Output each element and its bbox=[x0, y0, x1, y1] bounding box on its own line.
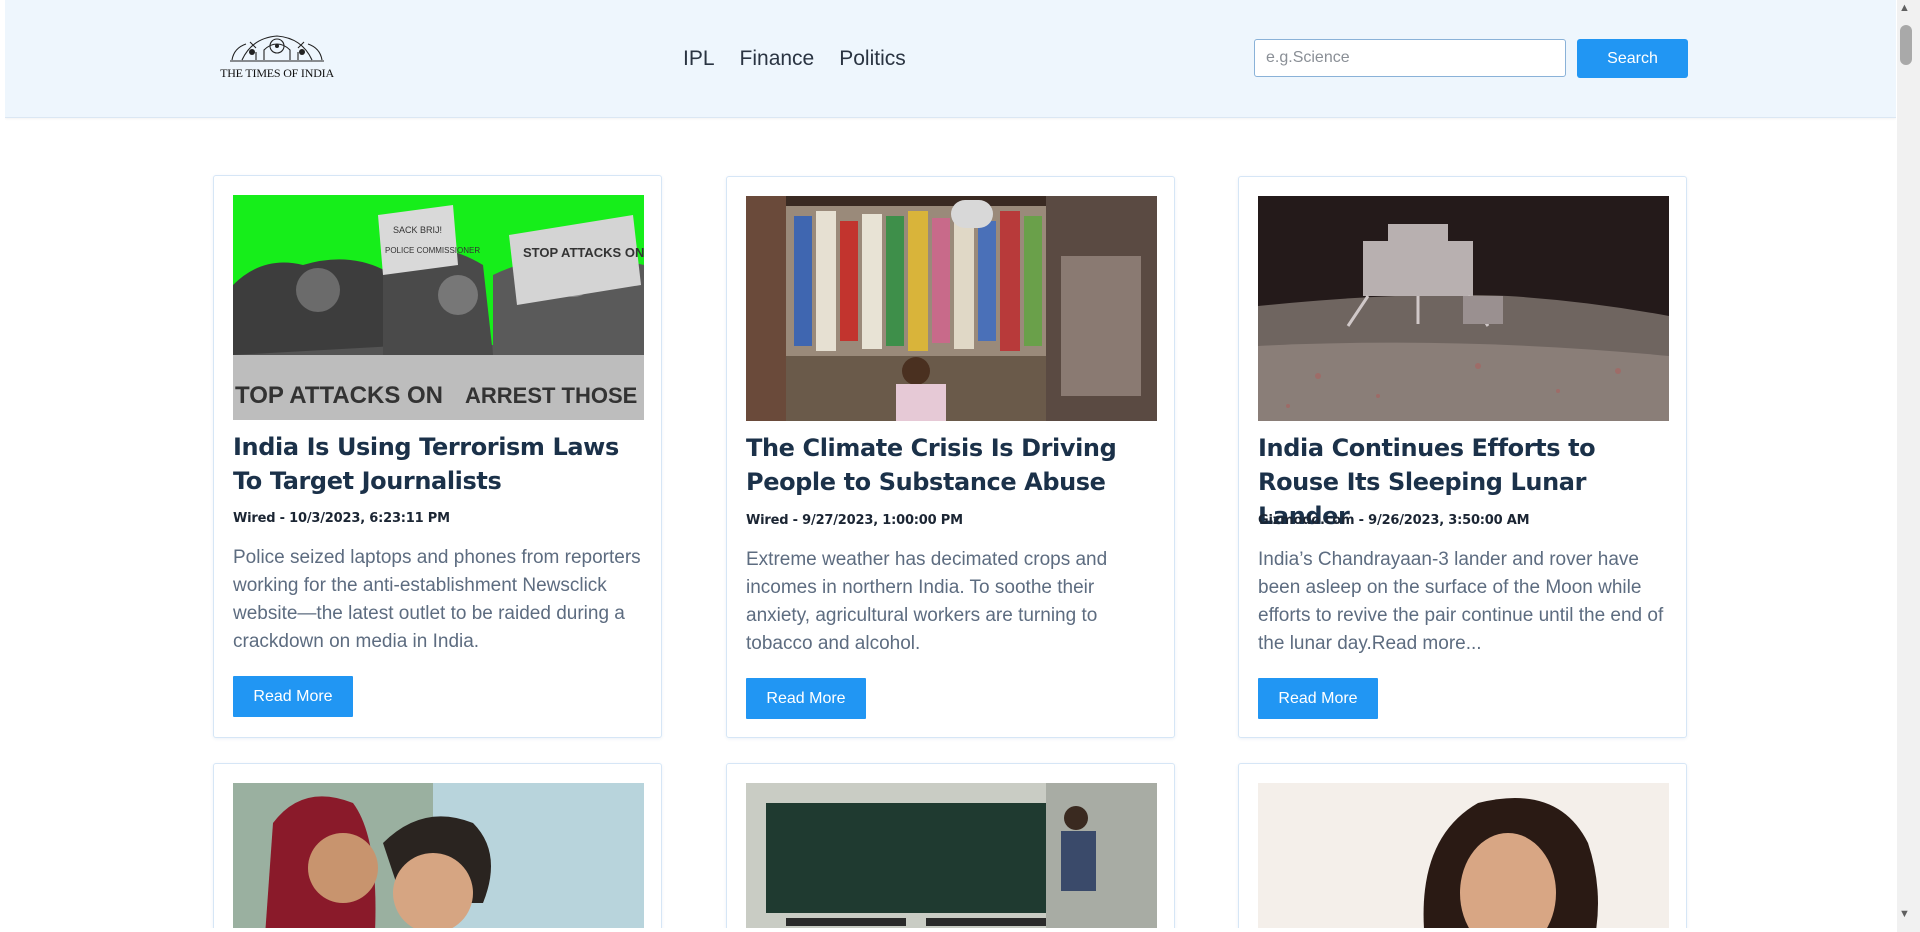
article-card bbox=[1238, 763, 1687, 928]
article-image[interactable] bbox=[233, 783, 644, 928]
site-logo[interactable]: THE TIMES OF INDIA bbox=[212, 30, 342, 80]
search-button[interactable]: Search bbox=[1577, 39, 1688, 78]
article-meta: Gizmodo.com - 9/26/2023, 3:50:00 AM bbox=[1258, 513, 1530, 528]
nav-link-ipl[interactable]: IPL bbox=[683, 44, 715, 74]
article-image[interactable]: SACK BRIJ! POLICE COMMISSIONER STOP ATTA… bbox=[233, 195, 644, 420]
logo-text: THE TIMES OF INDIA bbox=[220, 66, 334, 80]
page-scrollbar[interactable] bbox=[1897, 0, 1920, 932]
article-description: Police seized laptops and phones from re… bbox=[233, 547, 641, 652]
article-meta: Wired - 10/3/2023, 6:23:11 PM bbox=[233, 511, 450, 526]
article-description: India’s Chandrayaan-3 lander and rover h… bbox=[1258, 549, 1664, 654]
scroll-up-icon[interactable]: ▲ bbox=[1899, 2, 1910, 14]
article-description: Extreme weather has decimated crops and … bbox=[746, 549, 1108, 654]
article-card bbox=[213, 763, 662, 928]
main-nav: IPL Finance Politics bbox=[683, 44, 906, 74]
article-card: India Continues Efforts to Rouse Its Sle… bbox=[1238, 176, 1687, 738]
article-card bbox=[726, 763, 1175, 928]
article-card: The Climate Crisis Is Driving People to … bbox=[726, 176, 1175, 738]
image-sign-text: POLICE COMMISSIONER bbox=[385, 246, 480, 255]
emblem-icon bbox=[230, 35, 324, 62]
nav-link-politics[interactable]: Politics bbox=[839, 44, 906, 74]
page: THE TIMES OF INDIA IPL Finance Politics … bbox=[5, 0, 1896, 928]
search-input[interactable] bbox=[1254, 39, 1566, 77]
article-title[interactable]: India Is Using Terrorism Laws To Target … bbox=[233, 430, 648, 498]
image-sign-text: STOP ATTACKS ON JOURNALISTS! bbox=[523, 245, 644, 260]
image-sign-text: SACK BRIJ! bbox=[393, 225, 442, 235]
article-image[interactable] bbox=[1258, 783, 1669, 928]
read-more-button[interactable]: Read More bbox=[746, 678, 866, 719]
image-sign-text: TOP ATTACKS ON bbox=[235, 382, 443, 409]
article-meta: Wired - 9/27/2023, 1:00:00 PM bbox=[746, 513, 963, 528]
image-sign-text: ARREST THOSE bbox=[465, 383, 637, 408]
article-title[interactable]: The Climate Crisis Is Driving People to … bbox=[746, 431, 1161, 499]
article-card: SACK BRIJ! POLICE COMMISSIONER STOP ATTA… bbox=[213, 175, 662, 738]
scroll-down-icon[interactable]: ▼ bbox=[1899, 908, 1910, 920]
read-more-button[interactable]: Read More bbox=[1258, 678, 1378, 719]
article-image[interactable] bbox=[746, 783, 1157, 928]
nav-link-finance[interactable]: Finance bbox=[740, 44, 815, 74]
article-image[interactable] bbox=[1258, 196, 1669, 421]
site-header: THE TIMES OF INDIA IPL Finance Politics … bbox=[5, 0, 1896, 118]
read-more-button[interactable]: Read More bbox=[233, 676, 353, 717]
scrollbar-thumb[interactable] bbox=[1900, 25, 1912, 65]
article-image[interactable] bbox=[746, 196, 1157, 421]
